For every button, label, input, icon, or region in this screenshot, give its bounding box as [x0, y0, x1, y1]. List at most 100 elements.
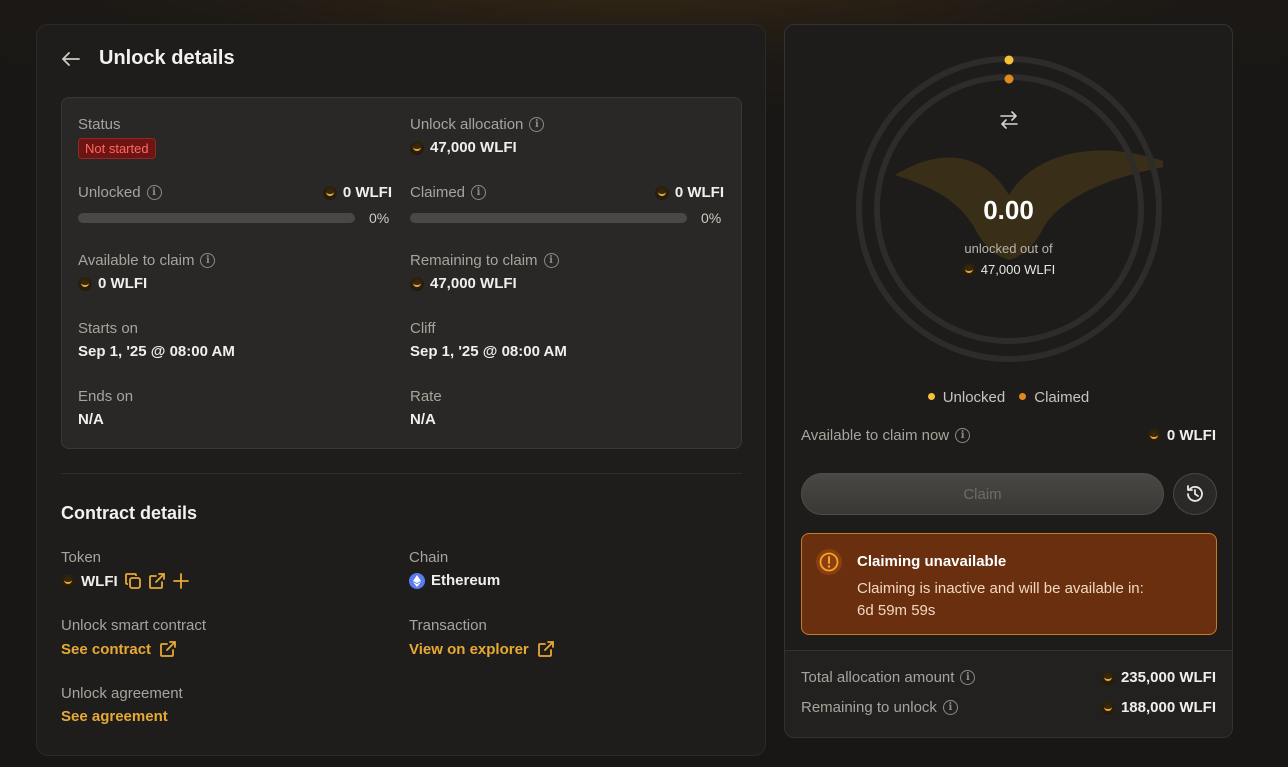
page-title: Unlock details	[99, 47, 235, 69]
section-divider	[61, 473, 742, 474]
smart-contract-label: Unlock smart contract	[61, 617, 207, 634]
remaining-label: Remaining to claim	[410, 252, 538, 269]
rate-value: N/A	[410, 411, 436, 428]
warning-message: Claiming is inactive and will be availab…	[857, 580, 1144, 597]
available-now-row: Available to claim now i 0 WLFI	[801, 427, 1216, 444]
remaining-unlock-label: Remaining to unlock	[801, 699, 937, 716]
token-field: Token WLFI	[61, 549, 190, 590]
history-icon	[1185, 484, 1205, 504]
allocation-field: Unlock allocation i 47,000 WLFI	[410, 116, 545, 156]
status-label: Status	[78, 116, 121, 133]
available-field: Available to claim i 0 WLFI	[78, 252, 216, 292]
token-icon	[1146, 428, 1161, 443]
legend-unlocked: Unlocked	[927, 389, 1005, 406]
remaining-field: Remaining to claim i 47,000 WLFI	[410, 252, 559, 292]
see-contract-link[interactable]: See contract	[61, 640, 206, 658]
available-now-value: 0 WLFI	[1166, 427, 1216, 444]
info-icon[interactable]: i	[471, 185, 487, 200]
remaining-unlock-value: 188,000 WLFI	[1120, 699, 1216, 716]
chart-legend: Unlocked Claimed	[785, 389, 1232, 406]
starts-value: Sep 1, '25 @ 08:00 AM	[78, 343, 235, 360]
claim-button[interactable]: Claim	[801, 473, 1164, 515]
total-alloc-value: 235,000 WLFI	[1120, 669, 1216, 686]
claimed-value: 0 WLFI	[674, 184, 724, 201]
total-alloc-label: Total allocation amount	[801, 669, 955, 686]
info-icon[interactable]: i	[529, 117, 545, 132]
claimed-label: Claimed	[410, 184, 466, 201]
token-icon	[410, 140, 424, 155]
legend-claimed: Claimed	[1019, 389, 1089, 406]
countdown-timer: 6d 59m 59s	[857, 602, 936, 619]
available-label: Available to claim	[78, 252, 195, 269]
token-icon	[61, 574, 75, 588]
ends-value: N/A	[78, 411, 104, 428]
copy-icon[interactable]	[124, 572, 142, 590]
warning-text: Claiming is inactive and will be availab…	[857, 578, 1202, 622]
starts-field: Starts on Sep 1, '25 @ 08:00 AM	[78, 320, 235, 360]
claimed-field: Claimed i	[410, 184, 487, 201]
history-button[interactable]	[1173, 473, 1217, 515]
cliff-value: Sep 1, '25 @ 08:00 AM	[410, 343, 567, 360]
total-allocation-row: Total allocation amount i 235,000 WLFI	[801, 669, 1216, 686]
swap-icon[interactable]	[997, 111, 1021, 131]
ends-field: Ends on N/A	[78, 388, 133, 428]
allocation-label: Unlock allocation	[410, 116, 524, 133]
info-icon[interactable]: i	[146, 185, 162, 200]
external-link-icon[interactable]	[148, 572, 166, 590]
contract-details-title: Contract details	[61, 503, 198, 523]
total-allocation-small-value: 47,000 WLFI	[980, 262, 1056, 277]
agreement-field: Unlock agreement See agreement	[61, 685, 183, 725]
claim-summary-panel: 0.00 unlocked out of 47,000 WLFI Unlocke…	[784, 24, 1233, 738]
claimed-percent: 0%	[701, 210, 722, 226]
info-icon[interactable]: i	[960, 670, 976, 685]
unlocked-value: 0 WLFI	[342, 184, 392, 201]
available-value: 0 WLFI	[98, 275, 148, 292]
warning-title: Claiming unavailable	[857, 553, 1007, 570]
unlock-info-card: Status Not started Unlock allocation i 47…	[61, 97, 742, 449]
transaction-label: Transaction	[409, 617, 487, 634]
total-allocation-small: 47,000 WLFI	[785, 262, 1232, 277]
warning-icon	[816, 549, 842, 575]
claimed-amount: 0 WLFI	[654, 184, 724, 201]
info-icon[interactable]: i	[543, 253, 559, 268]
token-icon	[654, 185, 669, 200]
token-value: WLFI	[81, 572, 118, 590]
external-link-icon[interactable]	[159, 640, 177, 658]
view-explorer-text[interactable]: View on explorer	[409, 641, 529, 658]
see-contract-text[interactable]: See contract	[61, 641, 151, 658]
status-field: Status Not started	[78, 116, 156, 159]
claim-summary-top: 0.00 unlocked out of 47,000 WLFI Unlocke…	[785, 25, 1232, 651]
token-icon	[78, 276, 92, 291]
starts-label: Starts on	[78, 320, 139, 337]
chain-value: Ethereum	[431, 572, 501, 589]
view-explorer-link[interactable]: View on explorer	[409, 640, 555, 658]
claimed-marker	[1004, 74, 1014, 84]
token-icon	[961, 262, 976, 277]
info-icon[interactable]: i	[200, 253, 216, 268]
token-icon	[410, 276, 424, 291]
token-icon	[322, 185, 337, 200]
info-icon[interactable]: i	[942, 700, 958, 715]
remaining-value: 47,000 WLFI	[430, 275, 517, 292]
unlocked-label: Unlocked	[78, 184, 141, 201]
unlocked-progress-bar	[78, 213, 355, 223]
panel-header: Unlock details	[61, 47, 235, 70]
claiming-unavailable-alert: Claiming unavailable Claiming is inactiv…	[801, 533, 1217, 635]
back-arrow-icon[interactable]	[61, 49, 81, 69]
ethereum-icon	[409, 572, 425, 589]
ends-label: Ends on	[78, 388, 134, 405]
plus-icon[interactable]	[172, 572, 190, 590]
cliff-field: Cliff Sep 1, '25 @ 08:00 AM	[410, 320, 567, 360]
status-badge: Not started	[78, 138, 156, 159]
unlocked-amount: 0 WLFI	[322, 184, 392, 201]
smart-contract-field: Unlock smart contract See contract	[61, 617, 206, 658]
see-agreement-link[interactable]: See agreement	[61, 708, 183, 725]
info-icon[interactable]: i	[955, 428, 971, 443]
unlocked-out-of-label: unlocked out of	[964, 241, 1053, 256]
available-now-label: Available to claim now	[801, 427, 950, 444]
chain-field: Chain Ethereum	[409, 549, 500, 589]
transaction-field: Transaction View on explorer	[409, 617, 555, 658]
external-link-icon[interactable]	[537, 640, 555, 658]
chain-label: Chain	[409, 549, 449, 566]
unlocked-amount-big: 0.00	[983, 195, 1034, 225]
